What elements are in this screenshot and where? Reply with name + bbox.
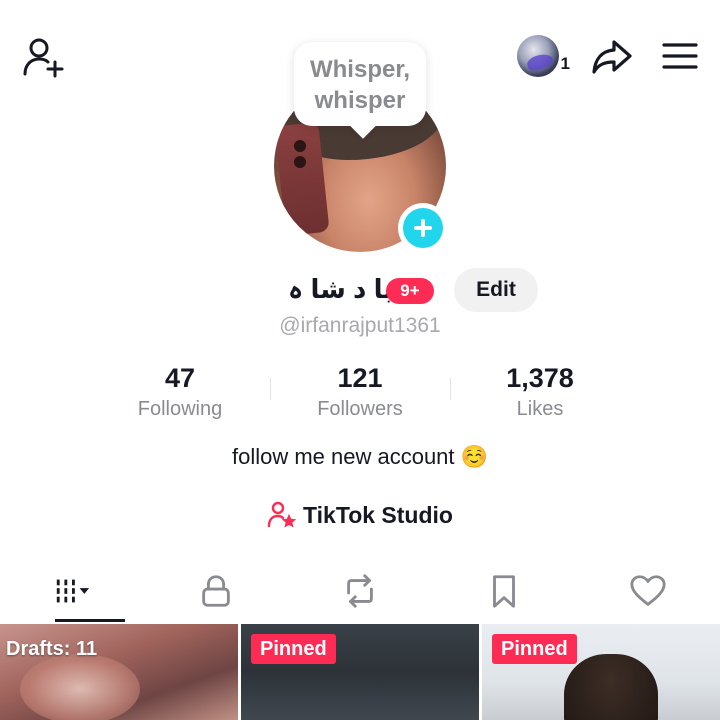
notification-badge[interactable]: 9+	[386, 278, 434, 304]
heart-icon	[630, 575, 666, 606]
stat-label: Following	[137, 398, 223, 420]
top-actions: 1	[516, 34, 700, 78]
plus-icon	[403, 208, 443, 248]
tiktok-studio-link[interactable]: TikTok Studio	[0, 498, 720, 532]
grid-videos-icon	[56, 579, 90, 603]
stat-following[interactable]: 47 Following	[90, 360, 270, 430]
note-bubble[interactable]: Whisper, whisper	[294, 42, 426, 126]
video-thumbnail[interactable]: Pinned	[482, 624, 720, 720]
pinned-badge: Pinned	[492, 634, 577, 664]
video-thumbnail[interactable]: Pinned	[241, 624, 479, 720]
stat-value: 47	[164, 363, 196, 393]
drafts-label: Drafts: 11	[6, 638, 98, 660]
story-count: 1	[560, 54, 570, 73]
display-name: با د شا ہ	[288, 274, 394, 304]
video-grid: Drafts: 11 Pinned Pinned	[0, 624, 720, 720]
stat-label: Followers	[317, 398, 403, 420]
stat-value: 1,378	[506, 363, 574, 393]
stat-value: 121	[337, 363, 383, 393]
profile-tabs	[0, 560, 720, 622]
tab-liked[interactable]	[576, 560, 720, 622]
username: @irfanrajput1361	[279, 314, 441, 337]
bookmark-icon	[493, 575, 515, 608]
stat-likes[interactable]: 1,378 Likes	[450, 360, 630, 430]
note-text: Whisper, whisper	[309, 56, 411, 114]
share-button[interactable]	[590, 34, 634, 78]
menu-button[interactable]	[660, 36, 700, 76]
repost-icon	[347, 574, 373, 608]
stat-label: Likes	[516, 398, 564, 420]
pinned-badge: Pinned	[251, 634, 336, 664]
tab-videos[interactable]	[0, 560, 144, 622]
share-icon	[592, 40, 632, 74]
add-friend-button[interactable]	[22, 36, 66, 80]
story-avatar[interactable]	[516, 35, 559, 77]
studio-label: TikTok Studio	[303, 501, 453, 528]
studio-icon	[267, 501, 297, 528]
menu-icon	[662, 43, 698, 69]
bio: follow me new account ☺️	[231, 444, 489, 469]
stat-followers[interactable]: 121 Followers	[270, 360, 450, 430]
tab-favorites[interactable]	[432, 560, 576, 622]
edit-button[interactable]: Edit	[454, 268, 538, 312]
add-user-icon	[23, 38, 64, 78]
lock-icon	[202, 575, 230, 607]
name-row: با د شا ہ 9+ Edit	[0, 268, 720, 312]
video-thumbnail-drafts[interactable]: Drafts: 11	[0, 624, 238, 720]
stats-row: 47 Following 121 Followers 1,378 Likes	[90, 360, 630, 430]
tab-reposts[interactable]	[288, 560, 432, 622]
tab-private[interactable]	[144, 560, 288, 622]
add-story-button[interactable]	[398, 203, 448, 253]
